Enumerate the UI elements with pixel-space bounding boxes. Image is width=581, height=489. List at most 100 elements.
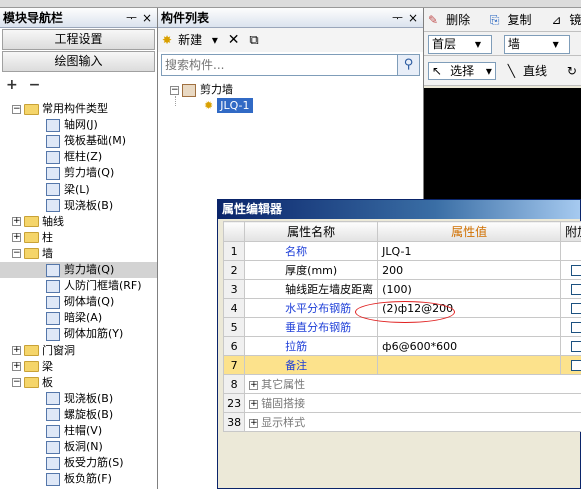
property-name-cell: 名称: [244, 241, 379, 261]
extra-checkbox[interactable]: [571, 284, 581, 295]
tree-folder[interactable]: − 墙: [12, 246, 53, 262]
expand-icon[interactable]: +: [12, 362, 21, 372]
point-button[interactable]: ↻点: [567, 64, 581, 78]
row-number: 7: [222, 355, 246, 375]
expand-icon[interactable]: +: [12, 217, 21, 227]
shear-wall-icon: [46, 263, 60, 277]
masonry-wall-icon: [46, 295, 60, 309]
tree-item[interactable]: 板负筋(F): [46, 471, 112, 487]
property-value[interactable]: JLQ-1: [377, 241, 562, 261]
tree-item[interactable]: 柱帽(V): [46, 423, 102, 439]
floor-select[interactable]: 首层 ▼: [428, 35, 492, 54]
copy-icon[interactable]: ⧉: [249, 33, 258, 48]
tree-item[interactable]: 板受力筋(S): [46, 455, 124, 471]
expand-icon[interactable]: +: [12, 233, 21, 243]
project-settings-button[interactable]: 工程设置: [2, 29, 155, 50]
extra-cell: [560, 355, 581, 375]
row-number: 23: [222, 393, 246, 413]
property-row[interactable]: 2 厚度(mm) 200: [222, 260, 581, 280]
line-button[interactable]: ╲ 直线: [508, 64, 555, 78]
property-row[interactable]: 23 + 锚固搭接: [222, 393, 581, 413]
tree-item[interactable]: 螺旋板(B): [46, 407, 113, 423]
component-gear-icon: ✹: [204, 99, 214, 112]
tree-label: 板负筋(F): [64, 472, 112, 486]
property-row[interactable]: 1 名称 JLQ-1: [222, 241, 581, 261]
tree-item[interactable]: 现浇板(B): [46, 391, 113, 407]
tree-folder[interactable]: + 门窗洞: [12, 343, 75, 359]
extra-checkbox[interactable]: [571, 303, 581, 314]
tree-item[interactable]: 砌体墙(Q): [46, 294, 114, 310]
expand-icon[interactable]: +: [249, 418, 259, 428]
tree-item[interactable]: 砌体加筋(Y): [46, 326, 123, 342]
property-table: 属性名称 属性值 附加 1 名称 JLQ-1 2 厚度(mm) 200 3 轴线距左墙皮距离(…: [222, 221, 581, 432]
delete-icon[interactable]: ✕: [228, 32, 240, 48]
new-button[interactable]: ✸ 新建 ▾: [162, 33, 218, 47]
select-button[interactable]: ↖ 选择 ▾: [428, 62, 496, 80]
collapse-all-icon[interactable]: −: [29, 77, 41, 93]
property-value[interactable]: ф6@600*600: [377, 336, 562, 356]
property-row[interactable]: 6 拉筋 ф6@600*600: [222, 336, 581, 356]
mirror-button[interactable]: ⊿ 镜: [551, 13, 581, 27]
search-input[interactable]: [165, 56, 385, 74]
extra-cell: [560, 336, 581, 356]
tree-folder[interactable]: + 柱: [12, 230, 53, 246]
tree-item-jlq-1[interactable]: ✹ JLQ-1: [204, 98, 253, 114]
header-property-name: 属性名称: [244, 221, 379, 242]
tree-label: 暗梁(A): [64, 311, 103, 325]
expand-icon[interactable]: +: [249, 399, 259, 409]
edit-toolbar: ✎ 删除 ⎘ 复制 ⊿ 镜: [424, 8, 581, 32]
drawing-input-button[interactable]: 绘图输入: [2, 51, 155, 72]
extra-checkbox[interactable]: [571, 265, 581, 276]
property-editor-title[interactable]: 属性编辑器: [218, 200, 580, 219]
expand-icon[interactable]: +: [12, 346, 21, 355]
tree-item[interactable]: 板洞(N): [46, 439, 103, 455]
tree-root-shear-wall[interactable]: − 剪力墙: [170, 82, 233, 98]
tree-label: 现浇板(B): [64, 198, 114, 212]
extra-checkbox[interactable]: [571, 360, 581, 371]
property-value[interactable]: (100): [377, 279, 562, 299]
extra-checkbox[interactable]: [571, 322, 581, 333]
tree-label: 砌体加筋(Y): [64, 327, 124, 341]
collapse-icon[interactable]: −: [12, 104, 21, 114]
collapse-icon[interactable]: −: [170, 85, 179, 95]
draw-toolbar: ↖选择 ▾ ╲直线 ↻点: [424, 56, 581, 86]
tree-folder[interactable]: − 板: [12, 375, 53, 391]
property-value[interactable]: 200: [377, 260, 562, 280]
property-name: 垂直分布钢筋: [285, 321, 352, 334]
close-icon[interactable]: ×: [142, 8, 152, 28]
property-name: 备注: [285, 359, 308, 372]
tree-item[interactable]: 梁(L): [46, 182, 90, 198]
tree-item[interactable]: 暗梁(A): [46, 310, 102, 326]
pin-icon[interactable]: ᅮ: [126, 8, 137, 28]
tree-item[interactable]: 现浇板(B): [46, 198, 113, 214]
delete-button[interactable]: ✎ 删除: [428, 13, 478, 27]
tree-folder[interactable]: + 轴线: [12, 214, 64, 230]
tree-folder[interactable]: − 常用构件类型: [12, 101, 108, 117]
tree-item[interactable]: 剪力墙(Q): [46, 165, 114, 181]
collapse-icon[interactable]: −: [12, 249, 21, 259]
search-icon[interactable]: ⚲: [397, 55, 419, 75]
nav-panel-header: 模块导航栏 ᅮ ×: [0, 8, 157, 28]
folder-icon: [24, 345, 39, 356]
property-row[interactable]: 38 + 显示样式: [222, 412, 581, 432]
collapse-icon[interactable]: −: [12, 378, 21, 388]
shear-wall-icon: [46, 166, 60, 180]
copy-button[interactable]: ⎘ 复制: [490, 13, 540, 27]
property-row[interactable]: 7 备注: [222, 355, 581, 375]
tree-item[interactable]: 筏板基础(M): [46, 133, 126, 149]
pin-icon[interactable]: ᅮ: [392, 8, 403, 28]
tree-item[interactable]: 框柱(Z): [46, 149, 102, 165]
property-row[interactable]: 3 轴线距左墙皮距离 (100): [222, 279, 581, 299]
component-type-select[interactable]: 墙 ▼: [503, 35, 570, 54]
tree-item[interactable]: 轴网(J): [46, 117, 98, 133]
tree-item[interactable]: 剪力墙(Q): [0, 262, 157, 278]
expand-all-icon[interactable]: +: [6, 77, 18, 93]
extra-checkbox[interactable]: [571, 341, 581, 352]
close-icon[interactable]: ×: [408, 8, 418, 28]
property-value[interactable]: [377, 355, 562, 375]
tree-item[interactable]: 人防门框墙(RF): [46, 278, 142, 294]
property-row[interactable]: 8 + 其它属性: [222, 374, 581, 394]
tree-folder[interactable]: + 梁: [12, 359, 53, 375]
folder-icon: [24, 361, 39, 373]
expand-icon[interactable]: +: [249, 380, 259, 390]
